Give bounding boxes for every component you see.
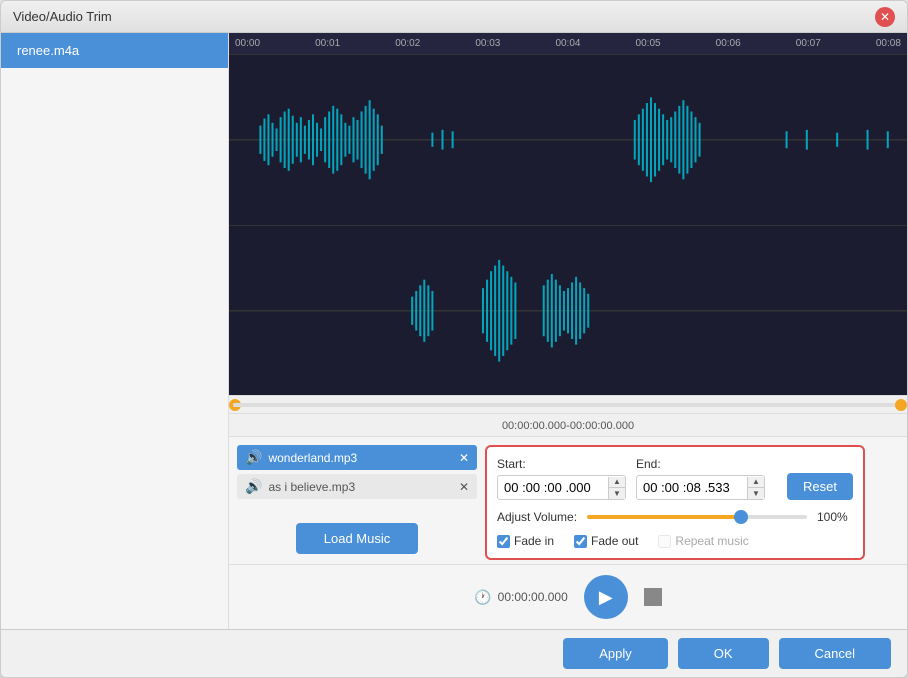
fade-in-checkbox-label[interactable]: Fade in — [497, 534, 554, 548]
volume-thumb[interactable] — [734, 510, 748, 524]
stop-button[interactable] — [644, 588, 662, 606]
end-down-btn[interactable]: ▼ — [748, 488, 764, 499]
footer-buttons: Apply OK Cancel — [1, 629, 907, 677]
fade-out-checkbox-label[interactable]: Fade out — [574, 534, 638, 548]
checkbox-row: Fade in Fade out Repeat music — [497, 534, 853, 548]
speaker-icon-0: 🔊 — [245, 449, 262, 466]
timeline: 00:00 00:01 00:02 00:03 00:04 00:05 00:0… — [229, 33, 907, 55]
volume-percent: 100% — [817, 510, 853, 524]
timeline-label-3: 00:03 — [475, 38, 500, 49]
reset-button[interactable]: Reset — [787, 473, 853, 500]
playback-row: 🕐 00:00:00.000 ▶ — [229, 564, 907, 629]
clock-icon: 🕐 — [474, 589, 491, 606]
volume-slider[interactable] — [587, 515, 807, 519]
progress-track[interactable] — [233, 403, 903, 407]
play-time: 🕐 00:00:00.000 — [474, 589, 568, 606]
settings-top-row: Start: ▲ ▼ End: — [497, 457, 853, 500]
progress-thumb-right[interactable] — [895, 399, 907, 411]
music-controls-row: 🔊 wonderland.mp3 ✕ 🔊 as i believe.mp3 ✕ — [229, 437, 907, 564]
end-input-wrapper: ▲ ▼ — [636, 475, 765, 500]
music-item-name-1: as i believe.mp3 — [268, 480, 453, 494]
music-list: 🔊 wonderland.mp3 ✕ 🔊 as i believe.mp3 ✕ — [237, 445, 477, 505]
title-bar: Video/Audio Trim ✕ — [1, 1, 907, 33]
waveform-lower — [229, 226, 907, 396]
cancel-button[interactable]: Cancel — [779, 638, 891, 669]
timeline-label-6: 00:06 — [716, 38, 741, 49]
timeline-label-2: 00:02 — [395, 38, 420, 49]
ok-button[interactable]: OK — [678, 638, 769, 669]
timeline-label-7: 00:07 — [796, 38, 821, 49]
play-button[interactable]: ▶ — [584, 575, 628, 619]
timeline-labels: 00:00 00:01 00:02 00:03 00:04 00:05 00:0… — [233, 38, 903, 49]
start-group: Start: ▲ ▼ — [497, 457, 626, 500]
apply-button[interactable]: Apply — [563, 638, 668, 669]
repeat-music-label: Repeat music — [675, 534, 748, 548]
music-item-1[interactable]: 🔊 as i believe.mp3 ✕ — [237, 474, 477, 499]
sidebar-item-label: renee.m4a — [17, 43, 79, 58]
audio-settings: Start: ▲ ▼ End: — [485, 445, 865, 560]
end-input[interactable] — [637, 476, 747, 499]
end-spinners: ▲ ▼ — [747, 477, 764, 499]
music-item-name-0: wonderland.mp3 — [268, 451, 453, 465]
repeat-music-checkbox[interactable] — [658, 535, 671, 548]
waveform-section: 00:00 00:01 00:02 00:03 00:04 00:05 00:0… — [229, 33, 907, 436]
close-button[interactable]: ✕ — [875, 7, 895, 27]
timeline-label-5: 00:05 — [636, 38, 661, 49]
volume-label: Adjust Volume: — [497, 510, 577, 524]
waveform-upper — [229, 55, 907, 226]
start-input[interactable] — [498, 476, 608, 499]
load-music-button[interactable]: Load Music — [296, 523, 418, 554]
end-group: End: ▲ ▼ — [636, 457, 765, 500]
timeline-label-8: 00:08 — [876, 38, 901, 49]
right-panel: 00:00 00:01 00:02 00:03 00:04 00:05 00:0… — [229, 33, 907, 629]
end-label: End: — [636, 457, 765, 471]
playback-time: 00:00:00.000 — [498, 590, 568, 604]
timeline-label-1: 00:01 — [315, 38, 340, 49]
music-item-close-1[interactable]: ✕ — [459, 480, 469, 494]
start-up-btn[interactable]: ▲ — [609, 477, 625, 488]
start-input-wrapper: ▲ ▼ — [497, 475, 626, 500]
music-item-0[interactable]: 🔊 wonderland.mp3 ✕ — [237, 445, 477, 470]
start-label: Start: — [497, 457, 626, 471]
end-up-btn[interactable]: ▲ — [748, 477, 764, 488]
volume-row: Adjust Volume: 100% — [497, 510, 853, 524]
window-title: Video/Audio Trim — [13, 9, 875, 24]
progress-bar-row — [229, 395, 907, 413]
sidebar: renee.m4a — [1, 33, 229, 629]
speaker-icon-1: 🔊 — [245, 478, 262, 495]
bottom-controls: 🔊 wonderland.mp3 ✕ 🔊 as i believe.mp3 ✕ — [229, 436, 907, 629]
time-range-label: 00:00:00.000-00:00:00.000 — [494, 418, 642, 434]
fade-out-label: Fade out — [591, 534, 638, 548]
start-down-btn[interactable]: ▼ — [609, 488, 625, 499]
timeline-label-4: 00:04 — [555, 38, 580, 49]
start-spinners: ▲ ▼ — [608, 477, 625, 499]
main-window: Video/Audio Trim ✕ renee.m4a 00:00 00:01… — [0, 0, 908, 678]
main-content: renee.m4a 00:00 00:01 00:02 00:03 00:04 … — [1, 33, 907, 629]
fade-in-checkbox[interactable] — [497, 535, 510, 548]
music-item-close-0[interactable]: ✕ — [459, 451, 469, 465]
repeat-music-checkbox-label[interactable]: Repeat music — [658, 534, 748, 548]
timeline-label-0: 00:00 — [235, 38, 260, 49]
fade-out-checkbox[interactable] — [574, 535, 587, 548]
fade-in-label: Fade in — [514, 534, 554, 548]
sidebar-item-file[interactable]: renee.m4a — [1, 33, 228, 68]
